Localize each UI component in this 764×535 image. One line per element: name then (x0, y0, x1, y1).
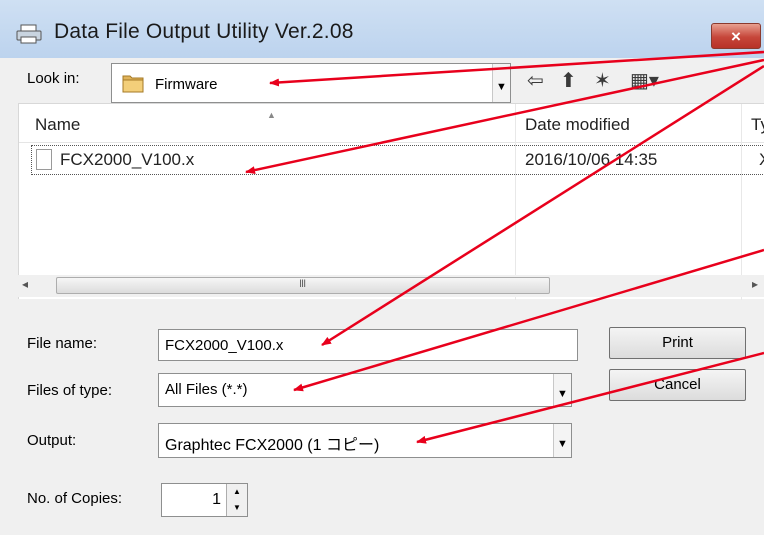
column-divider (741, 104, 742, 300)
window-title: Data File Output Utility Ver.2.08 (54, 20, 354, 43)
file-name-label: File name: (27, 335, 98, 352)
new-folder-icon[interactable]: ✶ (594, 68, 611, 93)
sort-up-icon: ▲ (267, 110, 276, 120)
up-folder-icon[interactable]: ⬆ (560, 68, 577, 93)
output-value: Graphtec FCX2000 (1 コピー) (165, 437, 380, 454)
copies-value: 1 (212, 491, 221, 508)
file-name-cell: FCX2000_V100.x (60, 150, 195, 169)
files-of-type-dropdown[interactable]: All Files (*.*) ▼ (158, 373, 572, 407)
list-item[interactable]: FCX2000_V100.x 2016/10/06 14:35 X (31, 145, 764, 175)
file-type-cell: X (759, 150, 764, 170)
file-list[interactable]: Name ▲ Date modified Ty FCX2000_V100.x 2… (18, 103, 764, 300)
chevron-down-icon[interactable]: ▼ (553, 374, 571, 406)
files-of-type-label: Files of type: (27, 382, 113, 399)
file-icon (36, 149, 52, 170)
column-date-modified[interactable]: Date modified (525, 115, 630, 135)
scroll-grip: III (299, 278, 306, 290)
files-of-type-value: All Files (*.*) (165, 381, 248, 398)
look-in-dropdown[interactable]: Firmware ▼ (111, 63, 511, 103)
close-button[interactable]: × (711, 23, 761, 49)
column-name[interactable]: Name (35, 115, 80, 135)
file-name-value: FCX2000_V100.x (165, 337, 284, 354)
look-in-value: Firmware (155, 76, 218, 93)
scroll-left-icon[interactable]: ◂ (22, 277, 28, 291)
scroll-right-icon[interactable]: ▸ (752, 277, 758, 291)
column-type[interactable]: Ty (751, 115, 764, 135)
copies-label: No. of Copies: (27, 490, 123, 507)
output-dropdown[interactable]: Graphtec FCX2000 (1 コピー) ▼ (158, 423, 572, 458)
chevron-down-icon[interactable]: ▼ (553, 424, 571, 457)
print-button[interactable]: Print (609, 327, 746, 359)
horizontal-scrollbar[interactable]: ◂ III ▸ (18, 275, 764, 297)
folder-icon (122, 75, 144, 93)
look-in-label: Look in: (27, 70, 80, 87)
printer-icon (16, 24, 42, 44)
stepper-up-icon[interactable]: ▲ (226, 484, 247, 501)
view-menu-icon[interactable]: ▦▾ (630, 68, 659, 93)
back-icon[interactable]: ⇦ (527, 68, 544, 93)
column-divider (515, 104, 516, 300)
file-list-header: Name ▲ Date modified Ty (19, 104, 764, 300)
dialog-window: Data File Output Utility Ver.2.08 × Look… (0, 0, 764, 535)
file-name-input[interactable]: FCX2000_V100.x (158, 329, 578, 361)
file-date-cell: 2016/10/06 14:35 (525, 150, 658, 169)
output-label: Output: (27, 432, 77, 449)
cancel-button[interactable]: Cancel (609, 369, 746, 401)
copies-stepper[interactable]: 1 ▲ ▼ (161, 483, 248, 517)
right-edge-panel (750, 300, 764, 535)
title-bar[interactable]: Data File Output Utility Ver.2.08 × (0, 0, 764, 58)
stepper-down-icon[interactable]: ▼ (226, 500, 247, 516)
chevron-down-icon[interactable]: ▼ (492, 64, 510, 102)
scroll-thumb[interactable]: III (56, 277, 550, 294)
